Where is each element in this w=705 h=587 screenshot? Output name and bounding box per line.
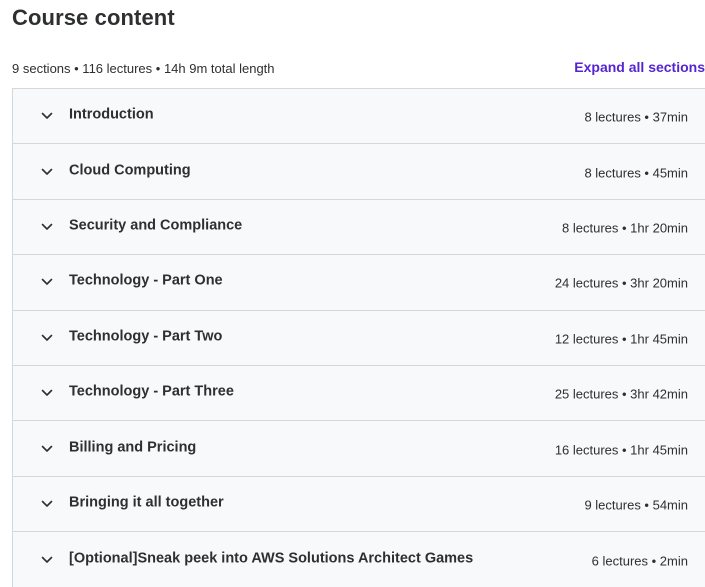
section-meta: 25 lectures • 3hr 42min [554,386,688,402]
section-title: Bringing it all together [69,494,224,511]
chevron-down-icon [41,387,53,399]
section-row-cloud-computing[interactable]: Cloud Computing 8 lectures • 45min [13,144,705,200]
chevron-down-icon [41,554,53,566]
chevron-down-icon [41,110,53,122]
section-meta: 8 lectures • 1hr 20min [562,220,688,236]
expand-all-sections-button[interactable]: Expand all sections [574,58,705,76]
section-row-technology-part-two[interactable]: Technology - Part Two 12 lectures • 1hr … [13,310,705,366]
chevron-down-icon [41,276,53,288]
section-meta: 6 lectures • 2min [591,553,688,569]
section-row-bringing-it-all-together[interactable]: Bringing it all together 9 lectures • 54… [13,476,705,533]
section-title: Technology - Part Two [69,328,223,345]
chevron-down-icon [41,332,53,344]
section-row-security-and-compliance[interactable]: Security and Compliance 8 lectures • 1hr… [13,199,705,256]
section-meta: 24 lectures • 3hr 20min [554,275,688,291]
section-title: Technology - Part One [69,273,223,290]
page-title: Course content [12,5,175,30]
chevron-down-icon [41,221,53,233]
section-title: Introduction [69,106,154,123]
section-title: Billing and Pricing [69,439,197,456]
chevron-down-icon [41,166,53,178]
section-list: Introduction 8 lectures • 37min Cloud Co… [12,88,705,587]
section-title: Technology - Part Three [69,383,234,400]
section-row-technology-part-three[interactable]: Technology - Part Three 25 lectures • 3h… [13,365,705,422]
section-meta: 8 lectures • 37min [584,109,688,125]
section-title: Cloud Computing [69,162,191,179]
section-meta: 9 lectures • 54min [584,497,688,513]
section-row-billing-and-pricing[interactable]: Billing and Pricing 16 lectures • 1hr 45… [13,421,705,477]
section-row-introduction[interactable]: Introduction 8 lectures • 37min [13,89,705,145]
section-meta: 8 lectures • 45min [584,164,688,180]
section-meta: 16 lectures • 1hr 45min [554,441,688,457]
chevron-down-icon [41,498,53,510]
course-summary: 9 sections • 116 lectures • 14h 9m total… [12,61,275,76]
section-title: [Optional]Sneak peek into AWS Solutions … [69,550,474,567]
section-row-optional-sneak-peek[interactable]: [Optional]Sneak peek into AWS Solutions … [13,532,705,587]
section-title: Security and Compliance [69,217,243,234]
section-meta: 12 lectures • 1hr 45min [554,331,688,346]
chevron-down-icon [41,443,53,455]
section-row-technology-part-one[interactable]: Technology - Part One 24 lectures • 3hr … [13,255,705,311]
